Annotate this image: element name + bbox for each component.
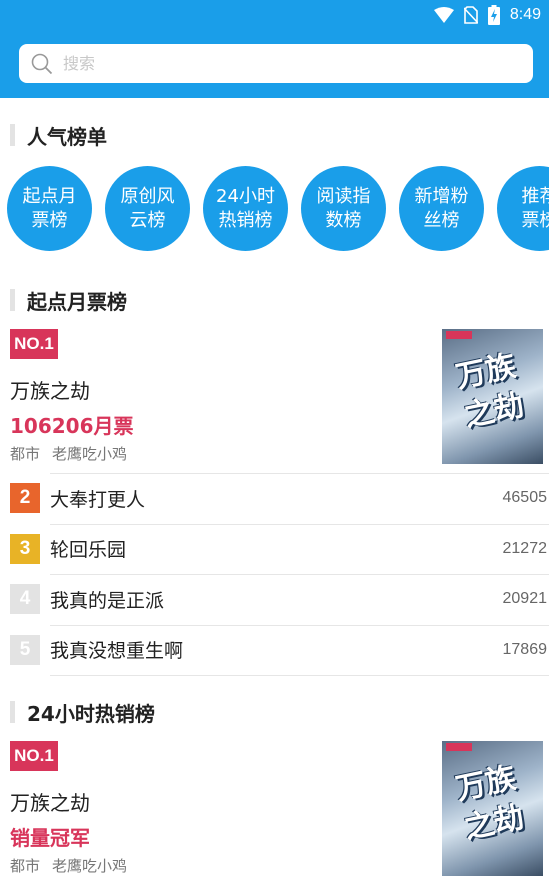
category-label: 起点月 — [22, 185, 77, 207]
book-meta: 都市 老鹰吃小鸡 — [10, 443, 127, 464]
book-category: 都市 — [10, 445, 41, 463]
section-header-24h: 24小时热销榜 — [10, 700, 155, 726]
book-cover[interactable]: 万族之劫 — [442, 741, 543, 876]
no-sim-icon — [463, 6, 478, 24]
rank-number: 5 — [10, 634, 40, 665]
category-label: 票榜 — [31, 209, 68, 231]
top-book-card[interactable]: NO.1 万族之劫 106206月票 都市 老鹰吃小鸡 万族之劫 — [10, 329, 549, 469]
app-header: 8:49 — [0, 0, 549, 98]
category-24h-bestseller[interactable]: 24小时 热销榜 — [203, 166, 288, 251]
list-item[interactable]: 4 我真的是正派 20921 — [10, 574, 549, 625]
book-category: 都市 — [10, 857, 41, 875]
list-item[interactable]: 3 轮回乐园 21272 — [10, 523, 549, 575]
section-bar — [10, 124, 15, 146]
category-label: 阅读指 — [316, 185, 371, 207]
book-meta: 都市 老鹰吃小鸡 — [10, 855, 127, 876]
category-label: 票榜 — [521, 209, 549, 231]
status-bar: 8:49 — [433, 0, 549, 30]
book-author: 老鹰吃小鸡 — [52, 445, 128, 463]
cover-tag — [446, 743, 472, 751]
ticket-count: 21272 — [502, 539, 548, 557]
cover-title: 万族之劫 — [452, 760, 528, 847]
rank-number: 3 — [10, 533, 40, 564]
rank-badge: NO.1 — [10, 329, 58, 359]
section-title: 24小时热销榜 — [27, 701, 155, 726]
book-title: 我真的是正派 — [50, 589, 165, 612]
category-label: 推荐 — [521, 185, 549, 207]
category-reading-index[interactable]: 阅读指 数榜 — [301, 166, 386, 251]
section-header-popular: 人气榜单 — [10, 123, 107, 149]
category-label: 数榜 — [325, 209, 362, 231]
divider — [50, 675, 549, 676]
rank-badge: NO.1 — [10, 741, 58, 771]
section-bar — [10, 701, 15, 723]
cover-title: 万族之劫 — [452, 348, 528, 435]
section-bar — [10, 289, 15, 311]
battery-charging-icon — [487, 5, 500, 25]
list-item[interactable]: 5 我真没想重生啊 17869 — [10, 624, 549, 676]
ticket-count: 17869 — [502, 640, 548, 658]
category-label: 24小时 — [216, 185, 275, 207]
wifi-icon — [433, 7, 454, 23]
list-item[interactable]: 2 大奉打更人 46505 — [10, 473, 549, 524]
divider — [50, 624, 549, 626]
divider — [50, 473, 549, 474]
ranking-category-scroller[interactable]: 起点月 票榜 原创风 云榜 24小时 热销榜 阅读指 数榜 新增粉 丝榜 推荐 … — [7, 166, 549, 252]
clock: 8:49 — [509, 6, 541, 23]
cover-tag — [446, 331, 472, 339]
section-title: 起点月票榜 — [27, 289, 127, 314]
rank-number: 2 — [10, 483, 40, 514]
book-title: 轮回乐园 — [50, 539, 127, 562]
ticket-count: 20921 — [502, 590, 548, 608]
category-label: 云榜 — [129, 209, 166, 231]
search-input[interactable] — [63, 54, 483, 73]
category-monthly-ticket[interactable]: 起点月 票榜 — [7, 166, 92, 251]
top-book-card[interactable]: NO.1 万族之劫 销量冠军 都市 老鹰吃小鸡 万族之劫 — [10, 741, 549, 881]
category-label: 新增粉 — [414, 185, 469, 207]
book-cover[interactable]: 万族之劫 — [442, 329, 543, 464]
category-original-ranking[interactable]: 原创风 云榜 — [105, 166, 190, 251]
book-title: 万族之劫 — [10, 379, 90, 403]
book-title: 我真没想重生啊 — [50, 640, 184, 663]
ranking-list: 2 大奉打更人 46505 3 轮回乐园 21272 4 我真的是正派 2092… — [10, 473, 549, 675]
category-label: 丝榜 — [423, 209, 460, 231]
ticket-count: 46505 — [502, 489, 548, 507]
book-title: 万族之劫 — [10, 791, 90, 815]
category-label: 原创风 — [120, 185, 175, 207]
book-author: 老鹰吃小鸡 — [52, 857, 128, 875]
search-icon — [31, 53, 53, 74]
rank-number: 4 — [10, 584, 40, 615]
section-header-monthly: 起点月票榜 — [10, 288, 127, 314]
book-title: 大奉打更人 — [50, 488, 146, 511]
category-new-fans[interactable]: 新增粉 丝榜 — [399, 166, 484, 251]
monthly-ticket-count: 106206月票 — [10, 414, 134, 438]
search-bar[interactable] — [19, 44, 533, 83]
category-label: 热销榜 — [218, 209, 273, 231]
divider — [50, 574, 549, 575]
divider — [50, 523, 549, 525]
category-recommend-ticket[interactable]: 推荐 票榜 — [497, 166, 549, 251]
sales-champion-label: 销量冠军 — [10, 826, 90, 850]
section-title: 人气榜单 — [27, 124, 107, 149]
